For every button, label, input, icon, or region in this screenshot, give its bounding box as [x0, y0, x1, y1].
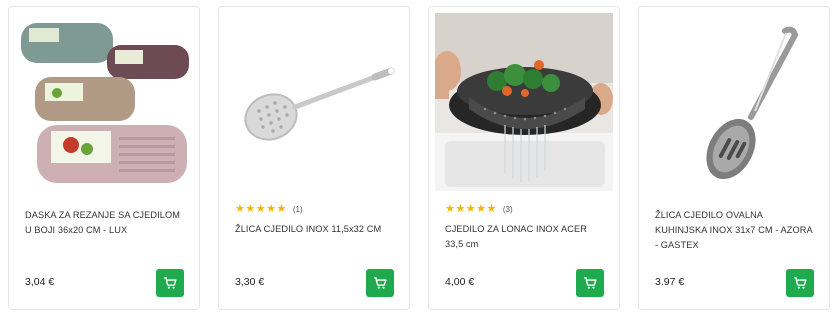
- review-count: (1): [292, 204, 303, 214]
- product-price: 3.97 €: [655, 276, 685, 288]
- add-to-cart-button[interactable]: [366, 269, 394, 297]
- product-card[interactable]: ŽLICA CJEDILO OVALNA KUHINJSKA INOX 31x7…: [638, 6, 830, 310]
- slotted-spoon-icon: [706, 26, 799, 180]
- product-card[interactable]: ★ ★ ★ ★ ★ (1) ŽLICA CJEDILO INOX 11,5x32…: [218, 6, 410, 310]
- review-count: (3): [502, 204, 513, 214]
- add-to-cart-button[interactable]: [156, 269, 184, 297]
- star-icon: ★: [455, 203, 466, 215]
- star-icon: ★: [465, 203, 476, 215]
- product-card[interactable]: DASKA ZA REZANJE SA CJEDILOM U BOJI 36x2…: [8, 6, 200, 310]
- star-icon: ★: [476, 203, 486, 215]
- shopping-cart-icon: [584, 277, 597, 289]
- rating-stars: ★ ★ ★ ★ ★ (1): [235, 203, 303, 215]
- product-image[interactable]: [645, 13, 823, 191]
- add-to-cart-button[interactable]: [786, 269, 814, 297]
- rating-stars: ★ ★ ★ ★ ★ (3): [445, 203, 513, 215]
- skimmer-spoon-icon: [244, 67, 395, 141]
- product-name[interactable]: ŽLICA CJEDILO OVALNA KUHINJSKA INOX 31x7…: [655, 208, 815, 253]
- product-price: 3,30 €: [235, 276, 265, 288]
- product-name[interactable]: CJEDILO ZA LONAC INOX ACER 33,5 cm: [445, 222, 605, 252]
- add-to-cart-button[interactable]: [576, 269, 604, 297]
- product-price: 3,04 €: [25, 276, 55, 288]
- product-name[interactable]: ŽLICA CJEDILO INOX 11,5x32 CM: [235, 222, 395, 237]
- star-icon: ★: [235, 203, 245, 215]
- product-image[interactable]: [225, 13, 403, 191]
- product-image[interactable]: [435, 13, 613, 191]
- product-price: 4,00 €: [445, 276, 475, 288]
- star-icon: ★: [245, 203, 256, 215]
- pot-strainer-photo: [435, 13, 613, 191]
- cutting-board-strainer-icon: [21, 23, 189, 183]
- shopping-cart-icon: [794, 277, 807, 289]
- shopping-cart-icon: [374, 277, 387, 289]
- product-image[interactable]: [15, 13, 193, 191]
- star-icon: ★: [266, 203, 276, 215]
- star-icon: ★: [255, 203, 266, 215]
- product-name[interactable]: DASKA ZA REZANJE SA CJEDILOM U BOJI 36x2…: [25, 208, 185, 238]
- star-icon: ★: [276, 203, 287, 215]
- star-icon: ★: [445, 203, 455, 215]
- star-icon: ★: [486, 203, 497, 215]
- product-card[interactable]: ★ ★ ★ ★ ★ (3) CJEDILO ZA LONAC INOX ACER…: [428, 6, 620, 310]
- shopping-cart-icon: [164, 277, 177, 289]
